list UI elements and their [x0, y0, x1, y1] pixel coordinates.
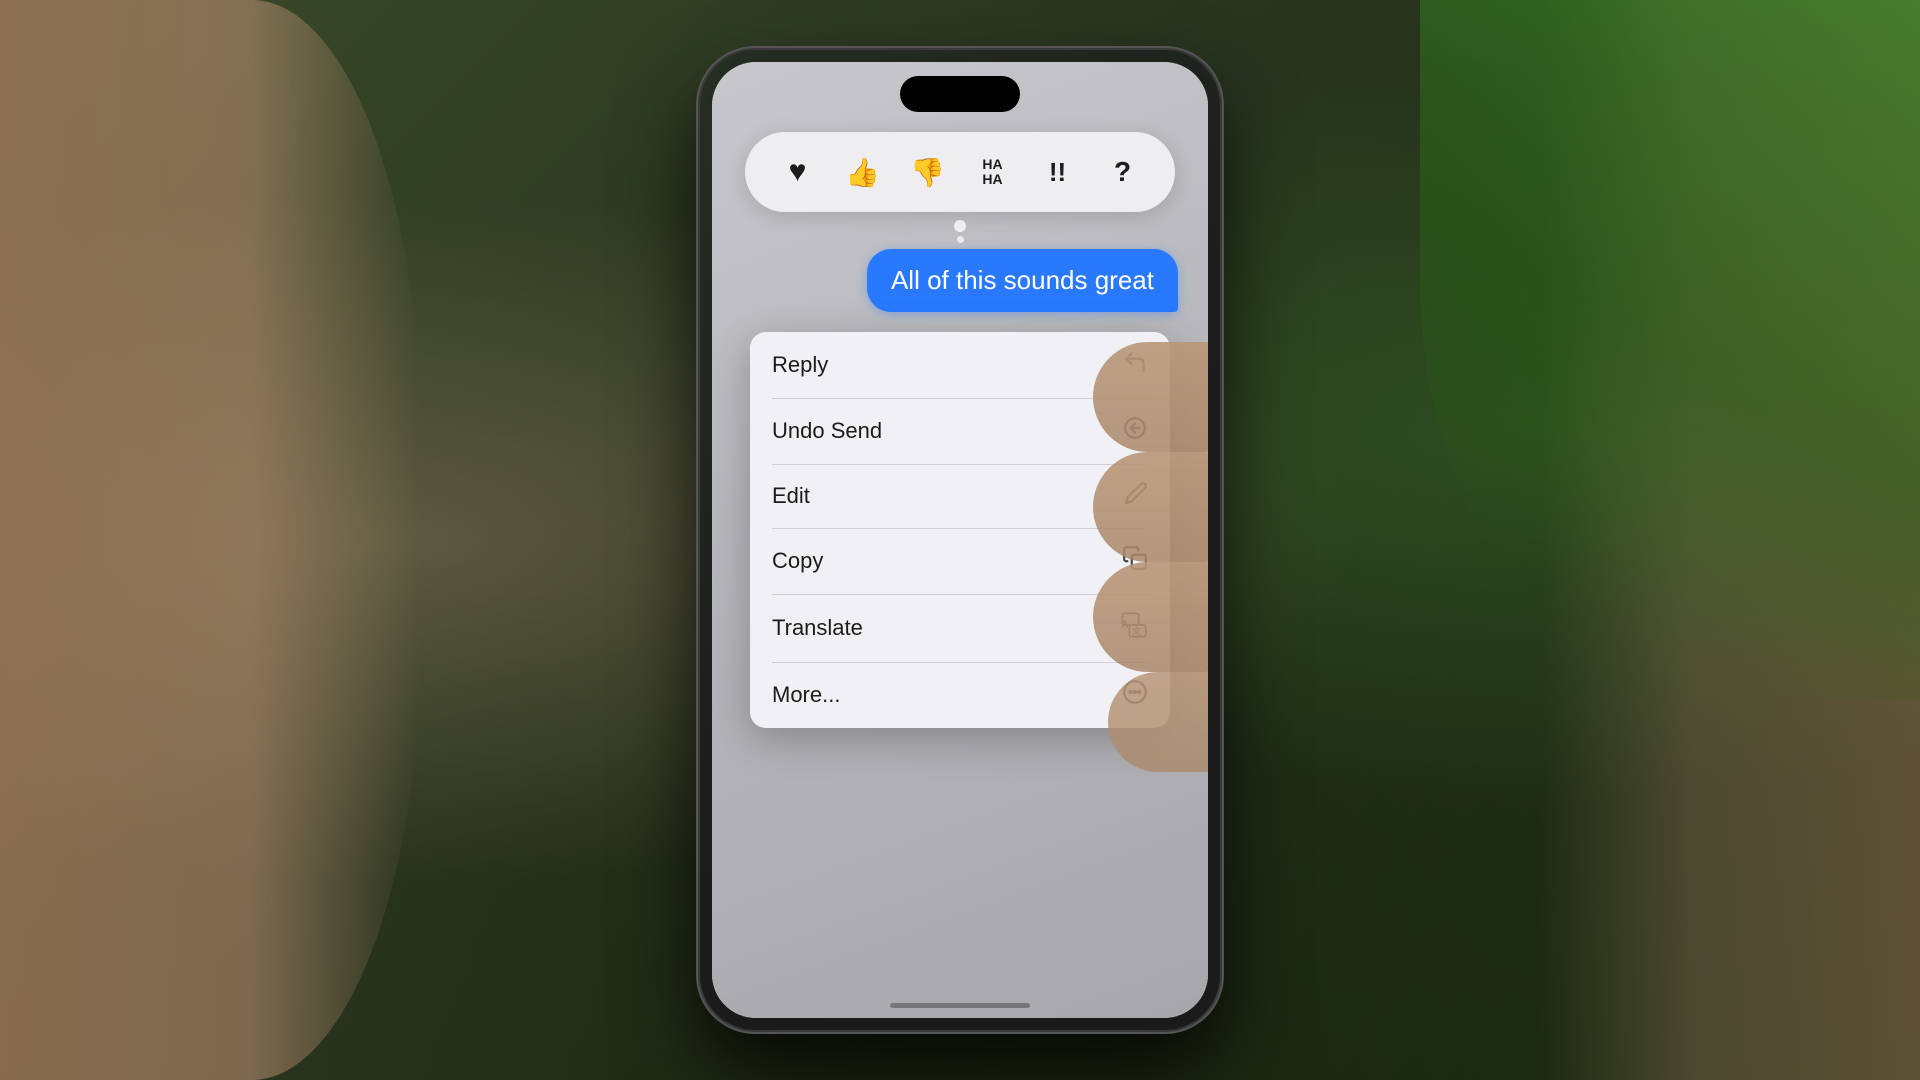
- hand-left: [0, 0, 420, 1080]
- bubble-connector-small: [957, 236, 964, 243]
- more-label: More...: [772, 682, 840, 708]
- reaction-haha[interactable]: HAHA: [966, 145, 1020, 199]
- finger-3: [1093, 562, 1208, 672]
- emphasis-icon: !!: [1049, 157, 1066, 188]
- thumbs-down-icon: 👎: [910, 156, 945, 189]
- translate-label: Translate: [772, 615, 863, 641]
- thumbs-up-icon: 👍: [845, 156, 880, 189]
- reaction-heart[interactable]: ♥: [771, 145, 825, 199]
- scene: ♥ 👍 👎 HAHA !!: [0, 0, 1920, 1080]
- heart-icon: ♥: [789, 155, 807, 189]
- menu-item-more[interactable]: More...: [750, 662, 1170, 728]
- message-text: All of this sounds great: [891, 265, 1154, 295]
- home-indicator: [890, 1003, 1030, 1008]
- bubble-connector-large: [954, 220, 966, 232]
- finger-1: [1093, 342, 1208, 452]
- reaction-bar: ♥ 👍 👎 HAHA !!: [745, 132, 1175, 212]
- finger-4: [1108, 672, 1208, 772]
- reaction-thumbs-up[interactable]: 👍: [836, 145, 890, 199]
- phone-wrap: ♥ 👍 👎 HAHA !!: [700, 50, 1220, 1030]
- reaction-question[interactable]: ?: [1096, 145, 1150, 199]
- dynamic-island: [900, 76, 1020, 112]
- question-icon: ?: [1114, 156, 1131, 188]
- haha-icon: HAHA: [982, 157, 1002, 188]
- copy-label: Copy: [772, 548, 823, 574]
- edit-label: Edit: [772, 483, 810, 509]
- phone-screen: ♥ 👍 👎 HAHA !!: [712, 62, 1208, 1018]
- phone-frame: ♥ 👍 👎 HAHA !!: [700, 50, 1220, 1030]
- reaction-emphasis[interactable]: !!: [1031, 145, 1085, 199]
- reaction-thumbs-down[interactable]: 👎: [901, 145, 955, 199]
- message-bubble: All of this sounds great: [867, 249, 1178, 312]
- undo-send-label: Undo Send: [772, 418, 882, 444]
- finger-2: [1093, 452, 1208, 562]
- reply-label: Reply: [772, 352, 828, 378]
